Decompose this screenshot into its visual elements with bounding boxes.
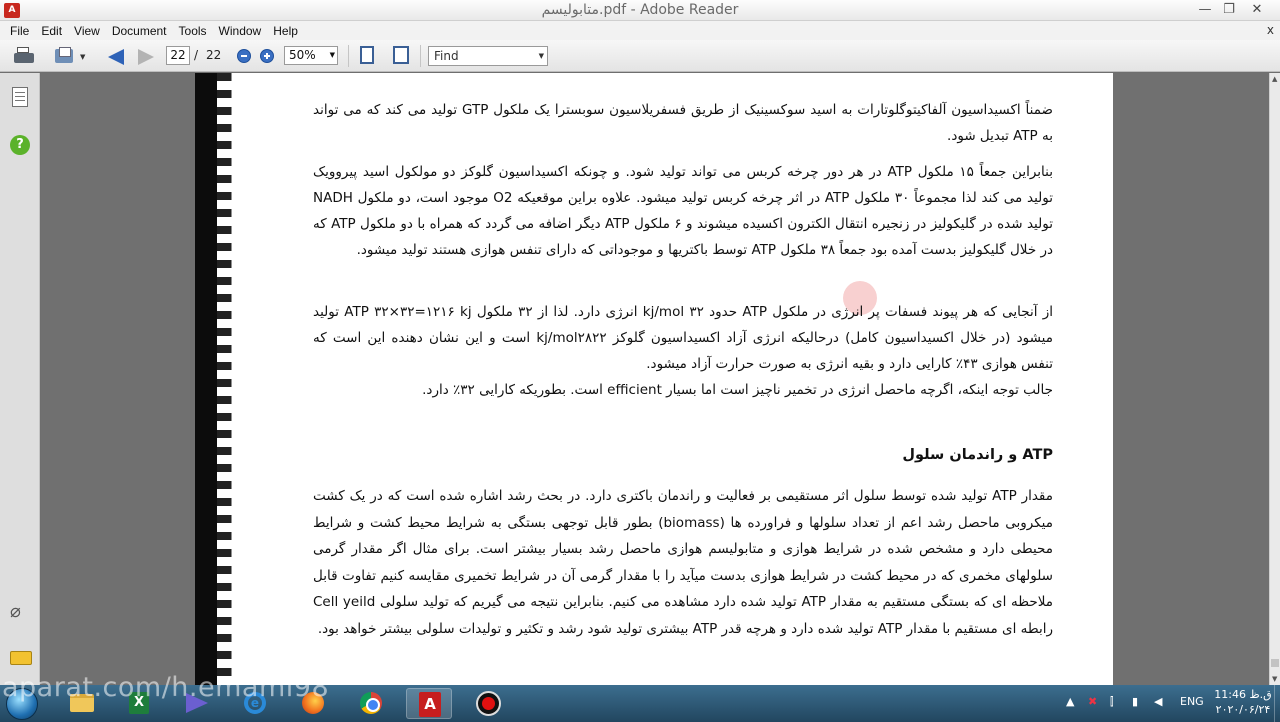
tray-network-icon[interactable]: ⫿ (1110, 695, 1114, 709)
chrome-icon (360, 692, 382, 714)
system-clock[interactable]: 11:46 ق.ظ ۲۰۲۰/۰۶/۲۴ (1212, 687, 1274, 717)
menu-tools[interactable]: Tools (173, 24, 213, 38)
print-icon[interactable] (14, 47, 34, 65)
taskbar-chrome[interactable] (348, 688, 394, 719)
language-indicator[interactable]: ENG (1180, 695, 1204, 708)
scroll-up-icon[interactable]: ▲ (1272, 75, 1277, 83)
fit-width-icon[interactable] (392, 46, 412, 64)
menu-file[interactable]: File (4, 24, 35, 38)
scroll-thumb[interactable] (1271, 659, 1279, 667)
spiral-binding (195, 73, 243, 685)
chevron-down-icon: ▼ (329, 51, 335, 59)
tray-signal-icon[interactable]: ▮ (1132, 695, 1138, 708)
menu-window[interactable]: Window (213, 24, 268, 38)
menu-bar: File Edit View Document Tools Window Hel… (0, 21, 1280, 40)
tray-volume-icon[interactable]: ◀ (1154, 695, 1162, 708)
maximize-button[interactable]: ❐ (1216, 1, 1242, 19)
menu-document[interactable]: Document (106, 24, 173, 38)
paragraph-1: ضمناً اکسیداسیون آلفاکیتوگلوتارات به اسی… (313, 102, 1054, 144)
paragraph-3: از آنجایی که هر پیوند فسفات پر انرژی در … (313, 304, 1054, 372)
zoom-select[interactable]: 50% ▼ (284, 46, 338, 65)
tray-error-icon[interactable]: ✖ (1088, 695, 1097, 708)
toolbar-divider (420, 45, 421, 67)
share-dropdown-icon[interactable]: ▼ (80, 53, 85, 61)
previous-page-icon[interactable] (108, 49, 124, 65)
menu-help[interactable]: Help (267, 24, 304, 38)
adobe-reader-window: A متابولیسم.pdf - Adobe Reader — ❐ ✕ Fil… (0, 0, 1280, 722)
show-desktop-button[interactable] (1274, 685, 1280, 722)
paragraph-5: مقدار ATP تولید شده توسط سلول اثر مستقیم… (313, 488, 1053, 637)
zoom-value: 50% (289, 48, 316, 62)
scroll-down-icon[interactable]: ▼ (1272, 675, 1277, 683)
next-page-icon[interactable] (138, 49, 154, 65)
zoom-in-icon[interactable] (260, 49, 274, 63)
close-button[interactable]: ✕ (1244, 1, 1270, 19)
minimize-button[interactable]: — (1192, 1, 1218, 19)
share-icon[interactable] (55, 47, 75, 65)
clock-date: ۲۰۲۰/۰۶/۲۴ (1215, 703, 1271, 716)
paragraph-4: جالب توجه اینکه، اگرچه ماحصل انرژی در تخ… (422, 382, 1053, 398)
vertical-scrollbar[interactable]: ▲ ▼ (1269, 73, 1280, 685)
fit-page-icon[interactable] (358, 46, 378, 64)
adobe-reader-icon (419, 692, 441, 717)
toolbar-divider (348, 45, 349, 67)
toolbar: ▼ (0, 40, 1280, 72)
zoom-out-icon[interactable] (237, 49, 251, 63)
record-icon (476, 691, 501, 716)
document-close-button[interactable]: x (1267, 23, 1274, 37)
comments-icon[interactable] (10, 651, 32, 665)
page-separator: / (194, 48, 199, 62)
taskbar-adobe-reader[interactable] (406, 688, 452, 719)
section-heading: ATP و راندمان سلول (902, 447, 1053, 463)
page-number-input[interactable]: 22 (166, 46, 190, 65)
pages-panel-icon[interactable] (12, 87, 28, 107)
taskbar-screen-recorder[interactable] (464, 688, 510, 719)
help-icon[interactable]: ? (10, 135, 30, 155)
page-total: 22 (206, 48, 222, 62)
menu-edit[interactable]: Edit (35, 24, 68, 38)
navigation-pane: ? ⌀ (0, 73, 40, 685)
clock-time: 11:46 ق.ظ (1214, 688, 1272, 701)
attachments-icon[interactable]: ⌀ (10, 601, 21, 622)
menu-view[interactable]: View (68, 24, 106, 38)
find-input[interactable]: Find ▼ (428, 46, 548, 66)
window-title: متابولیسم.pdf - Adobe Reader (541, 2, 739, 18)
paragraph-2: بنابراین جمعاً ۱۵ ملکول ATP در هر دور چر… (313, 164, 1054, 258)
find-placeholder: Find (434, 49, 459, 63)
chevron-down-icon[interactable]: ▼ (539, 47, 544, 65)
aparat-watermark: aparat.com/h.emami98 (2, 672, 330, 703)
title-bar: A متابولیسم.pdf - Adobe Reader — ❐ ✕ (0, 0, 1280, 21)
binding-rings (217, 73, 243, 685)
document-viewport[interactable]: ضمناً اکسیداسیون آلفاکیتوگلوتارات به اسی… (41, 73, 1269, 685)
tray-arrow-icon[interactable]: ▲ (1066, 695, 1074, 708)
pdf-page: ضمناً اکسیداسیون آلفاکیتوگلوتارات به اسی… (195, 73, 1113, 685)
binding-spine (195, 73, 217, 685)
